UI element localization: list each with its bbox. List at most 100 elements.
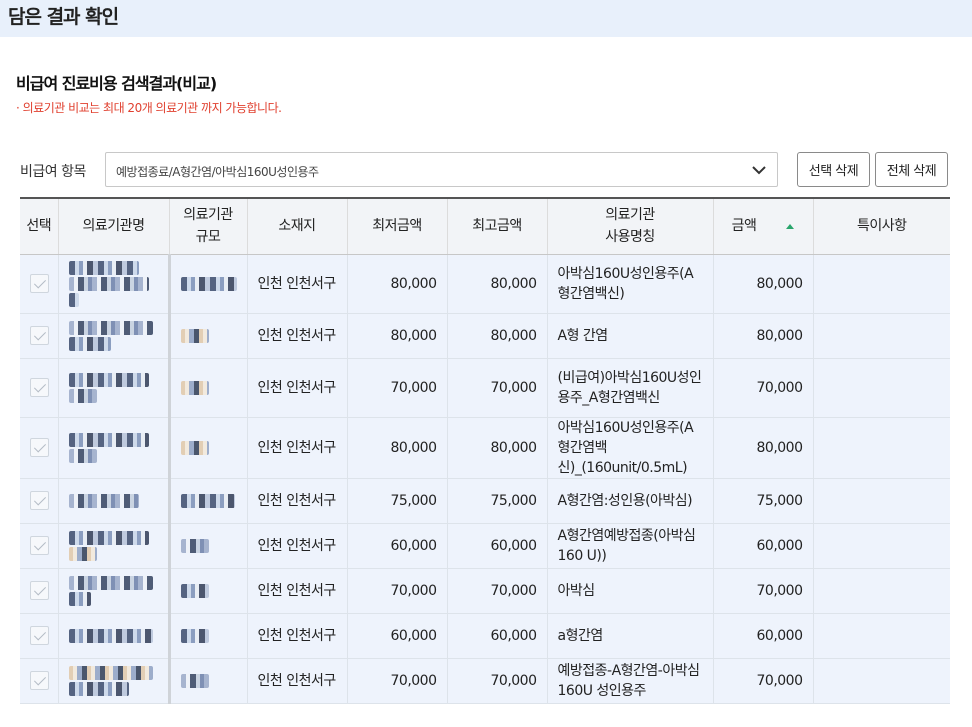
min-price-cell: 60,000 xyxy=(346,523,447,569)
location-cell: 인천 인천서구 xyxy=(246,417,347,479)
table-row: 인천 인천서구 60,000 60,000 a형간염 60,000 xyxy=(20,613,950,659)
location-cell: 인천 인천서구 xyxy=(246,478,347,524)
institution-name-redacted xyxy=(57,658,169,704)
col-name[interactable]: 의료기관명 xyxy=(57,197,169,255)
note-cell xyxy=(812,417,950,479)
usage-name-cell: 아박심160U성인용주(A형간염백신)_(160unit/0.5mL) xyxy=(546,417,713,479)
institution-scale-redacted xyxy=(167,568,247,614)
delete-selected-button[interactable]: 선택 삭제 xyxy=(797,152,870,187)
institution-scale-redacted xyxy=(167,658,247,704)
row-checkbox[interactable] xyxy=(30,438,49,457)
min-price-cell: 80,000 xyxy=(346,417,447,479)
institution-name-redacted xyxy=(57,254,169,314)
min-price-cell: 60,000 xyxy=(346,613,447,659)
max-price-cell: 80,000 xyxy=(446,313,547,359)
max-price-cell: 60,000 xyxy=(446,613,547,659)
table-row: 인천 인천서구 80,000 80,000 A형 간염 80,000 xyxy=(20,313,950,359)
row-select-cell xyxy=(20,523,58,569)
max-price-cell: 70,000 xyxy=(446,658,547,704)
non-covered-item-select[interactable]: 예방접종료/A형간염/아박심160U성인용주 xyxy=(105,152,778,187)
institution-name-redacted xyxy=(57,478,169,524)
col-location[interactable]: 소재지 xyxy=(246,197,347,255)
row-select-cell xyxy=(20,358,58,418)
amount-cell: 70,000 xyxy=(712,658,813,704)
row-checkbox[interactable] xyxy=(30,274,49,293)
row-checkbox[interactable] xyxy=(30,491,49,510)
note-cell xyxy=(812,523,950,569)
row-checkbox[interactable] xyxy=(30,626,49,645)
col-usage-line2: 사용명칭 xyxy=(605,229,655,246)
table-row: 인천 인천서구 60,000 60,000 A형간염예방접종(아박심 160 U… xyxy=(20,523,950,569)
col-amount[interactable]: 금액 xyxy=(712,197,813,255)
row-checkbox[interactable] xyxy=(30,671,49,690)
max-price-cell: 60,000 xyxy=(446,523,547,569)
location-cell: 인천 인천서구 xyxy=(246,658,347,704)
max-price-cell: 80,000 xyxy=(446,254,547,314)
table-row: 인천 인천서구 80,000 80,000 아박심160U성인용주(A형간염백신… xyxy=(20,254,950,314)
max-price-cell: 70,000 xyxy=(446,568,547,614)
min-price-cell: 70,000 xyxy=(346,658,447,704)
location-cell: 인천 인천서구 xyxy=(246,523,347,569)
usage-name-cell: A형간염예방접종(아박심 160 U)) xyxy=(546,523,713,569)
select-value: 예방접종료/A형간염/아박심160U성인용주 xyxy=(116,165,319,179)
institution-name-redacted xyxy=(57,358,169,418)
section-title: 비급여 진료비용 검색결과(비교) xyxy=(16,74,217,93)
row-checkbox[interactable] xyxy=(30,378,49,397)
note-cell xyxy=(812,254,950,314)
row-select-cell xyxy=(20,313,58,359)
row-select-cell xyxy=(20,568,58,614)
institution-scale-redacted xyxy=(167,358,247,418)
row-select-cell xyxy=(20,658,58,704)
col-usage[interactable]: 의료기관 사용명칭 xyxy=(546,197,713,255)
amount-cell: 70,000 xyxy=(712,568,813,614)
table-row: 인천 인천서구 75,000 75,000 A형간염:성인용(아박심) 75,0… xyxy=(20,478,950,524)
institution-scale-redacted xyxy=(167,523,247,569)
sort-ascending-icon[interactable] xyxy=(786,223,795,229)
chevron-down-icon[interactable] xyxy=(751,162,767,178)
row-checkbox[interactable] xyxy=(30,536,49,555)
table-row: 인천 인천서구 70,000 70,000 (비급여)아박심160U성인용주_A… xyxy=(20,358,950,418)
col-min[interactable]: 최저금액 xyxy=(346,197,447,255)
institution-scale-redacted xyxy=(167,254,247,314)
note-cell xyxy=(812,313,950,359)
row-select-cell xyxy=(20,417,58,479)
location-cell: 인천 인천서구 xyxy=(246,313,347,359)
institution-name-redacted xyxy=(57,417,169,479)
amount-cell: 80,000 xyxy=(712,313,813,359)
table-header-row: 선택 의료기관명 의료기관규모 소재지 최저금액 최고금액 의료기관 사용명칭 금… xyxy=(20,197,950,255)
min-price-cell: 70,000 xyxy=(346,358,447,418)
row-checkbox[interactable] xyxy=(30,326,49,345)
note-cell xyxy=(812,613,950,659)
min-price-cell: 70,000 xyxy=(346,568,447,614)
col-max[interactable]: 최고금액 xyxy=(446,197,547,255)
note-cell xyxy=(812,358,950,418)
col-select: 선택 xyxy=(20,197,58,255)
amount-cell: 60,000 xyxy=(712,523,813,569)
col-scale-line1: 의료기관 xyxy=(183,207,233,224)
table-row: 인천 인천서구 80,000 80,000 아박심160U성인용주(A형간염백신… xyxy=(20,417,950,479)
table-row: 인천 인천서구 70,000 70,000 예방접종-A형간염-아박심160U … xyxy=(20,658,950,704)
row-select-cell xyxy=(20,254,58,314)
amount-cell: 80,000 xyxy=(712,254,813,314)
delete-all-button[interactable]: 전체 삭제 xyxy=(875,152,948,187)
usage-name-cell: 아박심160U성인용주(A형간염백신) xyxy=(546,254,713,314)
col-note: 특이사항 xyxy=(812,197,950,255)
usage-name-cell: 예방접종-A형간염-아박심160U 성인용주 xyxy=(546,658,713,704)
note-cell xyxy=(812,478,950,524)
max-price-cell: 80,000 xyxy=(446,417,547,479)
usage-name-cell: (비급여)아박심160U성인용주_A형간염백신 xyxy=(546,358,713,418)
col-amount-label: 금액 xyxy=(731,218,757,235)
comparison-table: 선택 의료기관명 의료기관규모 소재지 최저금액 최고금액 의료기관 사용명칭 금… xyxy=(20,197,950,704)
row-checkbox[interactable] xyxy=(30,581,49,600)
institution-name-redacted xyxy=(57,523,169,569)
table-row: 인천 인천서구 70,000 70,000 아박심 70,000 xyxy=(20,568,950,614)
usage-name-cell: A형 간염 xyxy=(546,313,713,359)
row-select-cell xyxy=(20,478,58,524)
col-scale-line2: 규모 xyxy=(195,229,221,246)
note-cell xyxy=(812,658,950,704)
location-cell: 인천 인천서구 xyxy=(246,358,347,418)
amount-cell: 70,000 xyxy=(712,358,813,418)
col-scale[interactable]: 의료기관규모 xyxy=(168,197,247,255)
row-select-cell xyxy=(20,613,58,659)
institution-scale-redacted xyxy=(167,478,247,524)
